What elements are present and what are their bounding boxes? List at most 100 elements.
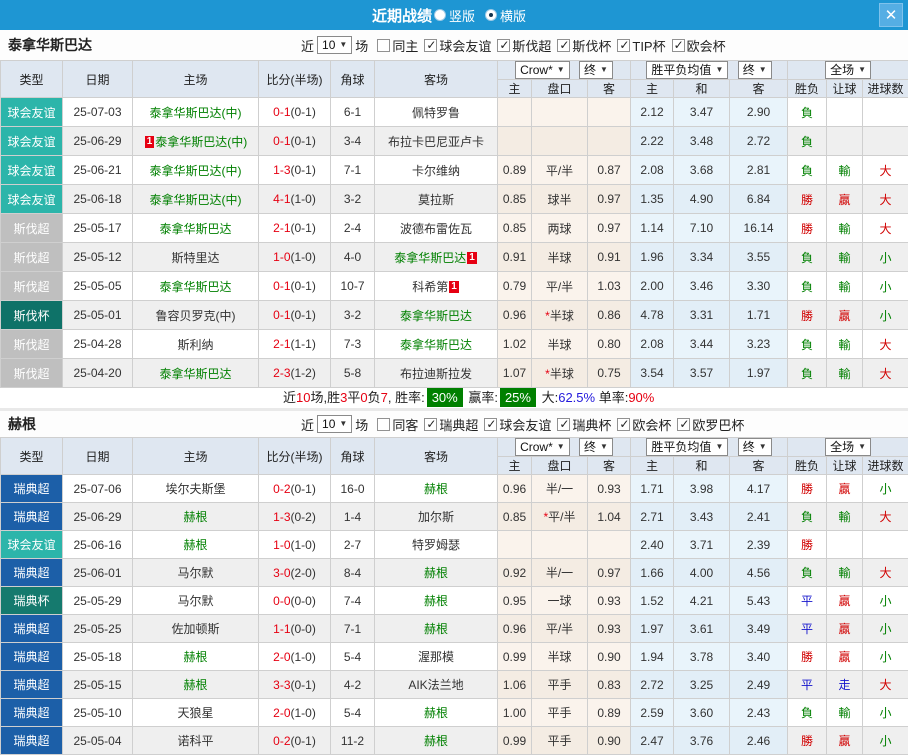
crow-home-odds: 0.79 — [498, 272, 532, 301]
chevron-down-icon: ▼ — [715, 440, 723, 454]
close-button[interactable]: ✕ — [879, 3, 903, 27]
match-row: 斯伐超 25-05-12 斯特里达 1-0(1-0) 4-0 泰拿华斯巴达1 0… — [1, 243, 908, 272]
crow-home-odds: 0.89 — [498, 156, 532, 185]
avg-odds-select[interactable]: 胜平负均值▼ — [646, 438, 728, 456]
league-filter-checkbox[interactable]: 斯伐杯 — [557, 36, 611, 55]
odds-provider-select[interactable]: Crow*▼ — [515, 61, 570, 79]
version-radio[interactable]: 横版 — [485, 6, 526, 25]
chevron-down-icon: ▼ — [600, 63, 608, 77]
match-date: 25-05-25 — [63, 615, 133, 643]
same-venue-checkbox[interactable]: 同主 — [377, 36, 418, 55]
league-filter-checkbox[interactable]: 欧罗巴杯 — [677, 415, 744, 434]
col-home: 主场 — [133, 438, 259, 475]
wdl-result: 負 — [788, 330, 827, 359]
crow-home-odds: 0.95 — [498, 587, 532, 615]
corner-count: 7-3 — [331, 330, 375, 359]
avg-away-odds: 3.40 — [730, 643, 788, 671]
score-cell: 1-1(0-0) — [259, 615, 331, 643]
radio-icon — [485, 9, 497, 21]
scope-select[interactable]: 全场▼ — [825, 61, 871, 79]
team-section: 赫根 近 10▼ 场 同客 瑞典超 球会友谊 瑞典杯 欧会杯 欧罗巴杯 — [0, 408, 908, 755]
goals-result: 大 — [863, 214, 908, 243]
league-filter-checkbox[interactable]: TIP杯 — [617, 36, 665, 55]
filter-bar: 近 10▼ 场 同客 瑞典超 球会友谊 瑞典杯 欧会杯 欧罗巴杯 — [298, 411, 744, 437]
scope-select[interactable]: 全场▼ — [825, 438, 871, 456]
handicap-result: 輸 — [827, 214, 863, 243]
final-odds-select[interactable]: 终▼ — [579, 61, 613, 79]
checkbox-icon — [557, 39, 570, 52]
col-corner: 角球 — [331, 438, 375, 475]
chevron-down-icon: ▼ — [557, 63, 565, 77]
wdl-result: 勝 — [788, 727, 827, 755]
crow-handicap: 球半 — [532, 185, 588, 214]
crow-away-odds: 1.04 — [588, 503, 631, 531]
goals-result: 大 — [863, 503, 908, 531]
halftime-score: (0-1) — [291, 279, 316, 293]
wdl-result: 負 — [788, 127, 827, 156]
handicap-result: 輸 — [827, 156, 863, 185]
crow-handicap: 半球 — [532, 330, 588, 359]
crow-handicap: 平手 — [532, 699, 588, 727]
avg-draw-odds: 3.34 — [674, 243, 730, 272]
home-team-name: 泰拿华斯巴达(中) — [150, 164, 242, 178]
match-row: 瑞典超 25-05-04 诺科平 0-2(0-1) 11-2 赫根 0.99 平… — [1, 727, 908, 755]
home-team-cell: 泰拿华斯巴达 — [133, 214, 259, 243]
wdl-result: 負 — [788, 156, 827, 185]
home-team-name: 鲁容贝罗克(中) — [156, 309, 236, 323]
handicap-result: 輸 — [827, 272, 863, 301]
col-away: 客场 — [375, 438, 498, 475]
crow-handicap: 半球 — [532, 243, 588, 272]
league-type-badge: 斯伐超 — [1, 214, 63, 243]
away-team-name: 泰拿华斯巴达 — [394, 251, 466, 265]
crow-away-odds: 0.93 — [588, 587, 631, 615]
league-filter-checkbox[interactable]: 斯伐超 — [497, 36, 551, 55]
near-label: 近 — [301, 415, 314, 434]
league-filter-checkbox[interactable]: 瑞典超 — [424, 415, 478, 434]
radio-label: 竖版 — [449, 6, 475, 25]
match-date: 25-07-06 — [63, 475, 133, 503]
sub-home-odds: 主 — [498, 80, 532, 98]
away-team-name: 莫拉斯 — [418, 193, 454, 207]
sub-result: 胜负 — [788, 80, 827, 98]
corner-count: 4-2 — [331, 671, 375, 699]
corner-count: 7-1 — [331, 156, 375, 185]
fulltime-score: 2-0 — [273, 650, 290, 664]
avg-odds-select[interactable]: 胜平负均值▼ — [646, 61, 728, 79]
match-row: 球会友谊 25-06-18 泰拿华斯巴达(中) 4-1(1-0) 3-2 莫拉斯… — [1, 185, 908, 214]
league-filter-checkbox[interactable]: 球会友谊 — [484, 415, 551, 434]
recent-count-select[interactable]: 10▼ — [317, 415, 352, 433]
crow-away-odds: 0.75 — [588, 359, 631, 388]
league-label: 球会友谊 — [499, 415, 551, 434]
score-cell: 0-1(0-1) — [259, 98, 331, 127]
crow-home-odds: 0.96 — [498, 475, 532, 503]
avg-home-odds: 2.00 — [631, 272, 674, 301]
crow-home-odds: 0.85 — [498, 185, 532, 214]
league-filter-checkbox[interactable]: 瑞典杯 — [557, 415, 611, 434]
league-type-badge: 球会友谊 — [1, 185, 63, 214]
summary-segment: 30% — [427, 388, 463, 407]
home-team-cell: 马尔默 — [133, 587, 259, 615]
recent-count-select[interactable]: 10▼ — [317, 36, 352, 54]
title-bar: 近期战绩 竖版 横版 ✕ — [0, 0, 908, 30]
league-filter-checkbox[interactable]: 欧会杯 — [672, 36, 726, 55]
same-venue-checkbox[interactable]: 同客 — [377, 415, 418, 434]
match-row: 球会友谊 25-06-16 赫根 1-0(1-0) 2-7 特罗姆瑟 2.40 … — [1, 531, 908, 559]
chevron-down-icon: ▼ — [858, 440, 866, 454]
league-label: TIP杯 — [632, 36, 665, 55]
final-odds-select[interactable]: 终▼ — [579, 438, 613, 456]
odds-provider-select[interactable]: Crow*▼ — [515, 438, 570, 456]
home-team-cell: 鲁容贝罗克(中) — [133, 301, 259, 330]
avg-away-odds: 4.17 — [730, 475, 788, 503]
match-row: 球会友谊 25-06-29 1泰拿华斯巴达(中) 0-1(0-1) 3-4 布拉… — [1, 127, 908, 156]
league-type-badge: 瑞典杯 — [1, 587, 63, 615]
match-date: 25-05-15 — [63, 671, 133, 699]
league-filter-checkbox[interactable]: 欧会杯 — [617, 415, 671, 434]
league-type-badge: 斯伐超 — [1, 272, 63, 301]
league-filter-checkbox[interactable]: 球会友谊 — [424, 36, 491, 55]
filter-bar: 近 10▼ 场 同主 球会友谊 斯伐超 斯伐杯 TIP杯 欧会杯 — [298, 30, 726, 60]
final-avg-select[interactable]: 终▼ — [738, 61, 772, 79]
avg-draw-odds: 4.00 — [674, 559, 730, 587]
final-avg-select[interactable]: 终▼ — [738, 438, 772, 456]
fulltime-score: 1-0 — [273, 250, 290, 264]
version-radio[interactable]: 竖版 — [434, 6, 475, 25]
